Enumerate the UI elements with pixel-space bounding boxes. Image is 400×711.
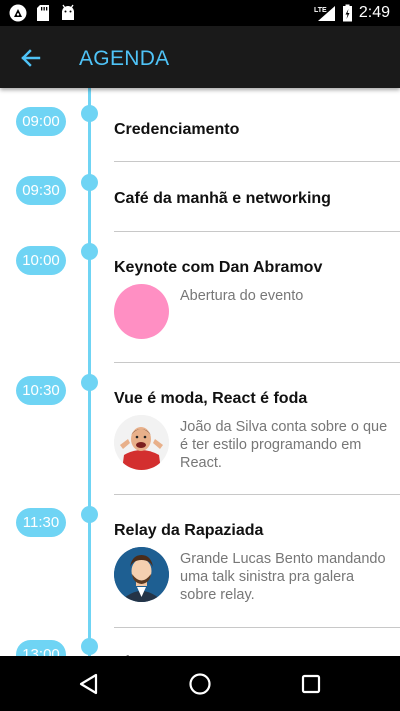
agenda-item-title: Keynote com Dan Abramov <box>114 259 323 276</box>
time-badge: 11:30 <box>16 508 66 537</box>
back-button[interactable] <box>16 43 46 73</box>
navigation-bar <box>0 656 400 711</box>
home-circle-icon <box>189 673 211 695</box>
timeline-dot <box>81 174 98 191</box>
battery-icon <box>342 4 352 22</box>
time-badge: 10:00 <box>16 246 66 275</box>
time-badge: 10:30 <box>16 376 66 405</box>
divider <box>114 161 400 162</box>
timeline-dot <box>81 105 98 122</box>
person-photo-avatar-icon <box>114 415 169 470</box>
avatar <box>114 415 169 470</box>
status-time: 2:49 <box>358 4 390 21</box>
person-illustration-avatar-icon <box>114 547 169 602</box>
divider <box>114 494 400 495</box>
time-badge: 09:00 <box>16 107 66 136</box>
agenda-item-title: Relay da Rapaziada <box>114 522 264 539</box>
divider <box>114 362 400 363</box>
nav-recents-button[interactable] <box>296 669 326 699</box>
timeline-dot <box>81 374 98 391</box>
status-bar-notifications <box>9 4 77 22</box>
divider <box>114 231 400 232</box>
network-label: LTE <box>314 7 327 14</box>
timeline-dot <box>81 243 98 260</box>
agenda-item-title: Café da manhã e networking <box>114 190 331 207</box>
agenda-item-description: Grande Lucas Bento mandando uma talk sin… <box>180 551 386 603</box>
agenda-item-description: João da Silva conta sobre o que é ter es… <box>180 419 388 471</box>
recents-square-icon <box>301 674 321 694</box>
lte-signal-icon: LTE <box>314 6 335 21</box>
agenda-item-title: Credenciamento <box>114 121 240 138</box>
arrow-left-icon <box>21 49 41 67</box>
divider <box>114 627 400 628</box>
avatar <box>114 284 169 339</box>
status-bar: LTE 2:49 <box>0 0 400 26</box>
agenda-item-title: Vue é moda, React é foda <box>114 390 308 407</box>
nav-back-button[interactable] <box>74 669 104 699</box>
agenda-item-description: Abertura do evento <box>180 288 304 304</box>
time-badge: 13:00 <box>16 640 66 656</box>
timeline-dot <box>81 506 98 523</box>
sd-card-icon <box>37 5 49 21</box>
time-badge: 09:30 <box>16 176 66 205</box>
app-bar: AGENDA <box>0 26 400 88</box>
back-triangle-icon <box>79 673 98 695</box>
avatar <box>114 547 169 602</box>
timeline-dot <box>81 638 98 655</box>
page-title: AGENDA <box>79 47 170 70</box>
status-bar-system: LTE 2:49 <box>314 3 390 23</box>
android-icon <box>62 4 74 20</box>
nav-home-button[interactable] <box>185 669 215 699</box>
agenda-list[interactable]: 09:00 Credenciamento 09:30 Café da manhã… <box>0 88 400 656</box>
react-native-icon <box>9 4 27 22</box>
